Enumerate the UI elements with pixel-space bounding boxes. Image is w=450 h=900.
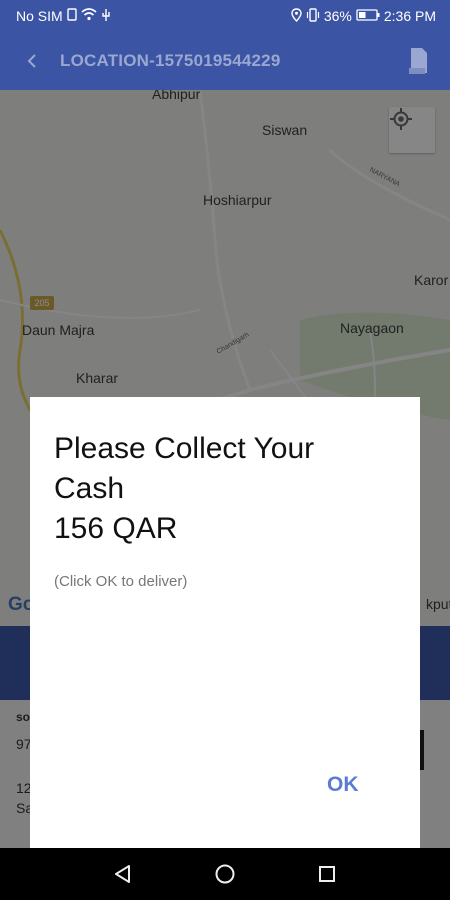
circle-home-icon: [215, 864, 235, 884]
battery-percent: 36%: [323, 8, 352, 24]
nav-back-button[interactable]: [108, 859, 138, 889]
vibrate-icon: [306, 7, 320, 25]
status-left: No SIM: [16, 8, 111, 25]
nav-home-button[interactable]: [210, 859, 240, 889]
system-nav-bar: [0, 848, 450, 900]
app-bar: LOCATION-1575019544229: [0, 32, 450, 90]
document-button[interactable]: [406, 46, 430, 76]
nav-recents-button[interactable]: [312, 859, 342, 889]
location-pin-icon: [291, 7, 302, 25]
sim-icon: [66, 8, 77, 24]
dialog-title: Please Collect Your Cash 156 QAR: [54, 429, 394, 549]
status-bar: No SIM 36% 2:36 PM: [0, 0, 450, 32]
document-icon: [409, 48, 427, 74]
square-recents-icon: [319, 866, 335, 882]
triangle-back-icon: [115, 865, 130, 883]
dialog-subtitle: (Click OK to deliver): [54, 573, 188, 590]
ok-button[interactable]: OK: [327, 773, 359, 797]
dialog-title-line2: Cash: [54, 472, 125, 505]
dialog-title-line1: Please Collect Your: [54, 432, 315, 465]
dialog-amount: 156 QAR: [54, 512, 178, 545]
page-title: LOCATION-1575019544229: [60, 51, 281, 70]
wifi-icon: [81, 8, 97, 24]
carrier-label: No SIM: [16, 8, 63, 24]
battery-icon: [356, 8, 380, 24]
clock: 2:36 PM: [383, 8, 436, 24]
usb-icon: [101, 8, 111, 25]
chevron-left-icon: [27, 54, 36, 68]
back-button[interactable]: [22, 47, 44, 75]
status-right: 36% 2:36 PM: [291, 7, 436, 25]
collect-cash-dialog: Please Collect Your Cash 156 QAR (Click …: [30, 397, 420, 848]
